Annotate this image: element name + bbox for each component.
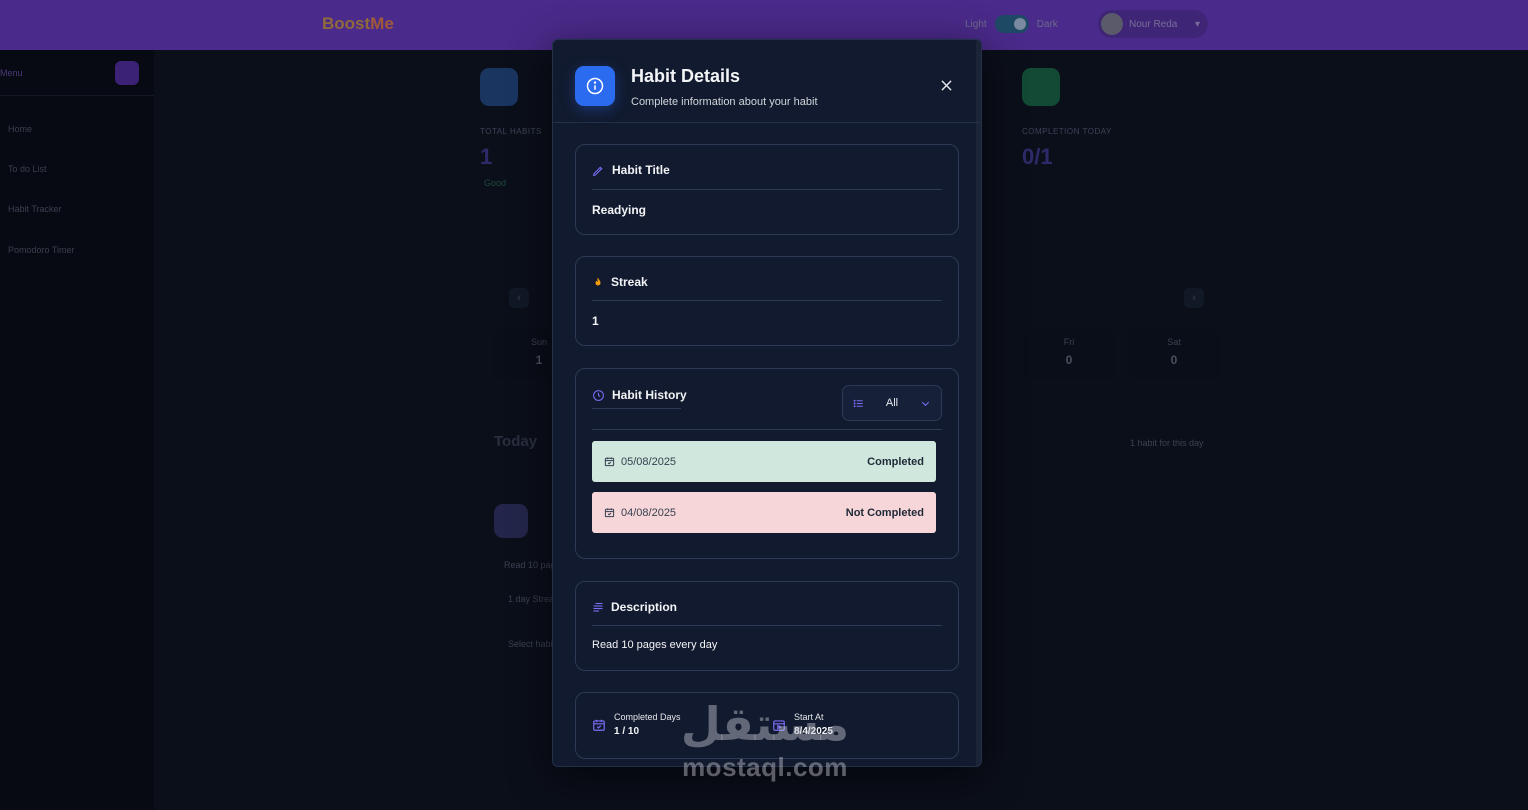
- day-cell[interactable]: Fri 0: [1023, 329, 1115, 379]
- sidebar-item-pomodoro[interactable]: Pomodoro Timer: [8, 245, 75, 255]
- day-name: Fri: [1063, 337, 1075, 347]
- divider: [592, 300, 942, 301]
- total-habits-icon: [480, 68, 518, 106]
- heading-underline: [592, 408, 681, 409]
- streak-section: Streak 1: [575, 256, 959, 346]
- calendar-check-icon: [593, 719, 605, 731]
- brand-part-1: Boost: [322, 14, 371, 33]
- history-status: Completed: [867, 455, 924, 468]
- streak-label: Streak: [611, 275, 648, 289]
- text-lines-icon: [593, 602, 603, 612]
- habit-title-section: Habit Title Readying: [575, 144, 959, 235]
- streak-heading: Streak: [592, 275, 648, 289]
- habit-title-heading: Habit Title: [592, 163, 670, 177]
- history-row-not-completed[interactable]: 04/08/2025 Not Completed: [592, 492, 936, 533]
- modal-subtitle: Complete information about your habit: [631, 96, 818, 108]
- day-count: 0: [1170, 353, 1178, 367]
- calendar-check-icon: [604, 508, 615, 518]
- brand-logo[interactable]: BoostMe: [322, 14, 394, 34]
- theme-dark-label: Dark: [1036, 18, 1058, 30]
- next-week-button[interactable]: ›: [1184, 288, 1204, 308]
- habit-card-icon: [494, 504, 528, 538]
- pencil-icon: [592, 166, 603, 176]
- day-count: 0: [1065, 353, 1073, 367]
- day-name: Sun: [530, 337, 547, 347]
- history-date-text: 04/08/2025: [621, 506, 677, 519]
- sidebar-collapse-button[interactable]: [115, 61, 139, 85]
- sidebar-item-home[interactable]: Home: [8, 124, 32, 134]
- habit-details-modal: Habit Details Complete information about…: [552, 39, 982, 767]
- stat-completion-value: 0/1: [1022, 144, 1053, 169]
- sidebar-item-habit-tracker[interactable]: Habit Tracker: [8, 204, 62, 214]
- close-button[interactable]: [937, 76, 955, 94]
- close-icon: [940, 79, 952, 91]
- sidebar-header-label: Menu: [0, 68, 23, 78]
- divider: [592, 429, 942, 430]
- avatar: [1101, 13, 1123, 35]
- modal-title: Habit Details: [631, 66, 741, 86]
- user-name: Nour Reda: [1129, 18, 1178, 30]
- chevron-down-icon: ▾: [1194, 18, 1200, 30]
- completed-days: Completed Days 1 / 10: [592, 712, 681, 737]
- list-icon: [853, 399, 863, 407]
- streak-value: 1: [592, 314, 599, 328]
- clock-icon: [593, 389, 604, 401]
- habit-card-streak: 1 day Streak: [508, 594, 559, 604]
- brand-part-2: Me: [370, 14, 394, 33]
- sidebar: Menu Home To do List Habit Tracker Pomod…: [0, 50, 154, 810]
- theme-toggle[interactable]: Light Dark: [965, 12, 1058, 36]
- theme-switch[interactable]: [994, 15, 1029, 33]
- flame-icon: [595, 277, 601, 285]
- habits-for-day: 1 habit for this day: [1130, 438, 1204, 448]
- theme-light-label: Light: [965, 18, 987, 30]
- stat-total-sub: Good: [484, 178, 507, 188]
- watermark: مستقل mostaql.com: [670, 700, 860, 783]
- history-date-text: 05/08/2025: [621, 455, 677, 468]
- habit-title-label: Habit Title: [612, 163, 670, 177]
- description-heading: Description: [592, 600, 677, 614]
- watermark-latin: mostaql.com: [682, 752, 848, 782]
- description-section: Description Read 10 pages every day: [575, 581, 959, 671]
- habit-history-label: Habit History: [612, 388, 687, 402]
- habit-history-heading: Habit History: [592, 388, 687, 402]
- prev-week-button[interactable]: ‹: [509, 288, 529, 308]
- history-filter-select[interactable]: All: [842, 385, 942, 421]
- modal-header: Habit Details Complete information about…: [553, 40, 981, 123]
- select-habit-hint: Select habit: [508, 639, 556, 649]
- day-name: Sat: [1167, 337, 1181, 347]
- sidebar-item-todo[interactable]: To do List: [8, 164, 47, 174]
- user-menu[interactable]: Nour Reda ▾: [1098, 10, 1208, 38]
- divider: [592, 625, 942, 626]
- sidebar-header: Menu: [0, 50, 154, 96]
- habit-title-value: Readying: [592, 203, 647, 217]
- description-value: Read 10 pages every day: [592, 639, 718, 651]
- calendar-check-icon: [604, 457, 615, 467]
- completion-icon: [1022, 68, 1060, 106]
- watermark-arabic: مستقل: [680, 697, 850, 751]
- history-date: 05/08/2025: [604, 456, 867, 468]
- divider: [592, 189, 942, 190]
- day-cell[interactable]: Sat 0: [1128, 329, 1220, 379]
- history-row-completed[interactable]: 05/08/2025 Completed: [592, 441, 936, 482]
- history-status: Not Completed: [845, 506, 924, 519]
- description-label: Description: [611, 600, 678, 614]
- today-heading: Today: [494, 433, 538, 450]
- chevron-down-icon: [921, 401, 930, 406]
- stat-total-value: 1: [480, 144, 493, 169]
- modal-scrollbar[interactable]: [976, 40, 981, 766]
- history-date: 04/08/2025: [604, 507, 846, 519]
- history-filter-value: All: [885, 397, 899, 409]
- habit-history-section: Habit History All 05/08/2025 Completed 0…: [575, 368, 959, 559]
- stat-total-label: TOTAL HABITS: [480, 127, 542, 136]
- stat-completion-label: COMPLETION TODAY: [1022, 127, 1112, 136]
- info-icon: [575, 66, 615, 106]
